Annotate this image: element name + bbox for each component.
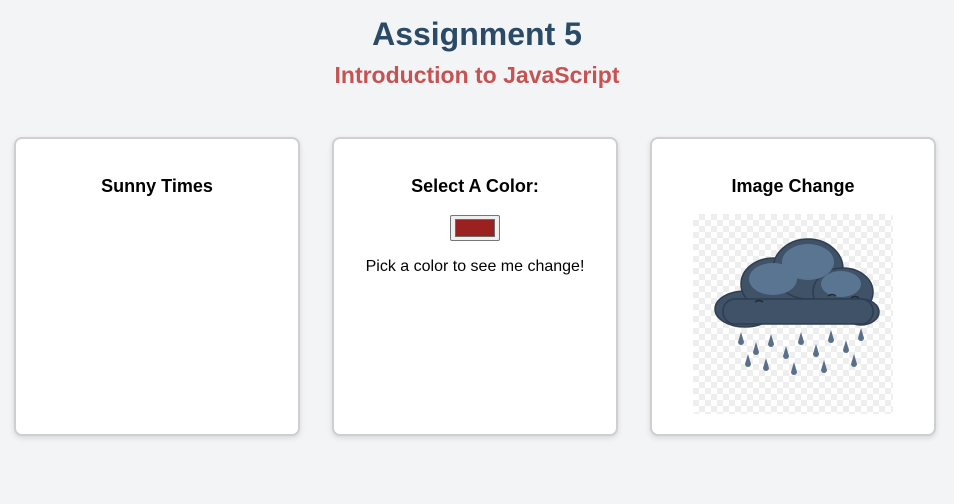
sunny-times-title: Sunny Times [101,176,213,196]
sunny-times-card: Sunny Times [14,137,300,436]
color-picker-card: Select A Color: Pick a color to see me c… [332,137,618,436]
rain-cloud-image[interactable] [693,214,893,414]
color-input[interactable] [450,215,500,241]
rain-cloud-icon [714,238,880,375]
page-subtitle: Introduction to JavaScript [334,62,620,88]
image-change-title: Image Change [731,176,855,196]
color-caption: Pick a color to see me change! [365,258,585,275]
color-picker-title: Select A Color: [411,176,539,196]
page-title: Assignment 5 [372,16,582,52]
image-change-card: Image Change [650,137,936,436]
color-swatch [455,219,495,237]
